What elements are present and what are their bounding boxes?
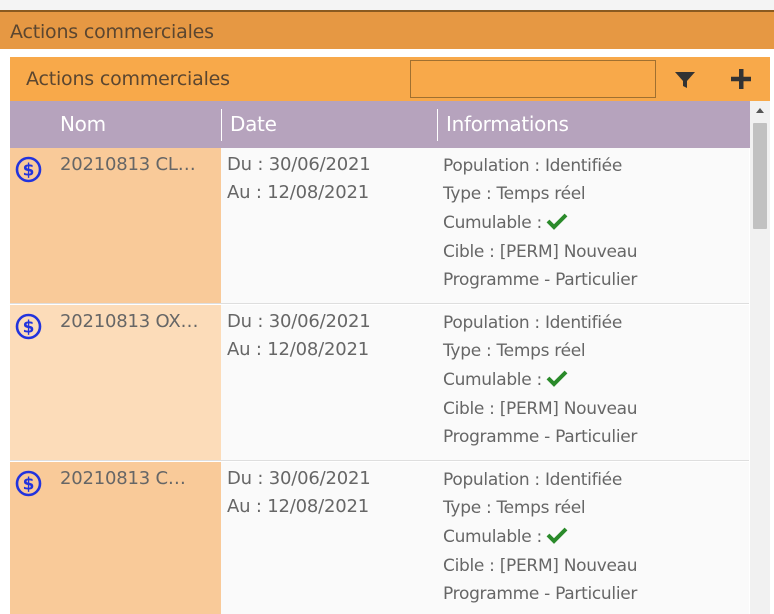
info-cible: Cible : [PERM] Nouveau	[443, 399, 638, 419]
info-cumulable: Cumulable :	[443, 369, 568, 390]
info-population: Population : Identifiée	[443, 156, 623, 176]
row-name: 20210813 OX…	[60, 311, 199, 332]
cell-date: Du : 30/06/2021 Au : 12/08/2021	[221, 148, 437, 303]
dollar-icon: $	[15, 313, 42, 340]
info-type: Type : Temps réel	[443, 498, 586, 518]
dollar-icon: $	[15, 156, 42, 183]
date-to: Au : 12/08/2021	[227, 496, 369, 517]
check-icon	[546, 370, 568, 387]
scrollbar-thumb[interactable]	[753, 123, 767, 229]
date-to: Au : 12/08/2021	[227, 182, 369, 203]
plus-icon[interactable]	[726, 65, 756, 93]
cell-date: Du : 30/06/2021 Au : 12/08/2021	[221, 305, 437, 460]
vertical-scrollbar[interactable]	[750, 101, 770, 614]
table-row[interactable]: $ 20210813 CL… Du : 30/06/2021 Au : 12/0…	[10, 148, 749, 304]
window-header: Actions commerciales	[0, 10, 774, 49]
window-title: Actions commerciales	[10, 21, 214, 43]
filter-icon[interactable]	[670, 65, 700, 93]
column-header-informations[interactable]: Informations	[446, 112, 569, 136]
svg-text:$: $	[23, 475, 35, 495]
cell-nom: $ 20210813 CL…	[10, 148, 221, 303]
info-type: Type : Temps réel	[443, 341, 586, 361]
svg-text:$: $	[23, 161, 35, 181]
info-cumulable: Cumulable :	[443, 526, 568, 547]
row-name: 20210813 C…	[60, 468, 186, 489]
info-cumulable-label: Cumulable :	[443, 527, 542, 547]
info-cible: Cible : [PERM] Nouveau	[443, 556, 638, 576]
column-header-nom[interactable]: Nom	[60, 112, 106, 136]
check-icon	[546, 527, 568, 544]
date-from: Du : 30/06/2021	[227, 311, 371, 332]
info-type: Type : Temps réel	[443, 184, 586, 204]
actions-panel: Actions commerciales Nom Date Informatio…	[10, 57, 770, 614]
svg-text:$: $	[23, 318, 35, 338]
cell-informations: Population : Identifiée Type : Temps rée…	[437, 148, 749, 303]
grid-rows: $ 20210813 CL… Du : 30/06/2021 Au : 12/0…	[10, 148, 749, 614]
info-cible-cont: Programme - Particulier	[443, 584, 638, 604]
top-strip	[0, 0, 774, 10]
scroll-up-arrow-icon[interactable]	[750, 101, 770, 121]
info-cumulable: Cumulable :	[443, 212, 568, 233]
panel-header: Actions commerciales	[10, 57, 770, 101]
info-population: Population : Identifiée	[443, 313, 623, 333]
cell-nom: $ 20210813 OX…	[10, 305, 221, 460]
cell-nom: $ 20210813 C…	[10, 462, 221, 614]
table-row[interactable]: $ 20210813 OX… Du : 30/06/2021 Au : 12/0…	[10, 305, 749, 461]
row-name: 20210813 CL…	[60, 154, 196, 175]
info-cumulable-label: Cumulable :	[443, 370, 542, 390]
info-cible-cont: Programme - Particulier	[443, 270, 638, 290]
column-header-date[interactable]: Date	[230, 112, 277, 136]
dollar-icon: $	[15, 470, 42, 497]
table-row[interactable]: $ 20210813 C… Du : 30/06/2021 Au : 12/08…	[10, 462, 749, 614]
column-separator	[437, 109, 438, 141]
column-separator	[221, 109, 222, 141]
date-to: Au : 12/08/2021	[227, 339, 369, 360]
info-cible: Cible : [PERM] Nouveau	[443, 242, 638, 262]
search-input[interactable]	[410, 60, 656, 98]
panel-title: Actions commerciales	[26, 68, 230, 90]
cell-date: Du : 30/06/2021 Au : 12/08/2021	[221, 462, 437, 614]
date-from: Du : 30/06/2021	[227, 154, 371, 175]
grid-header: Nom Date Informations	[10, 101, 750, 148]
cell-informations: Population : Identifiée Type : Temps rée…	[437, 305, 749, 460]
check-icon	[546, 213, 568, 230]
info-cumulable-label: Cumulable :	[443, 213, 542, 233]
info-cible-cont: Programme - Particulier	[443, 427, 638, 447]
info-population: Population : Identifiée	[443, 470, 623, 490]
date-from: Du : 30/06/2021	[227, 468, 371, 489]
cell-informations: Population : Identifiée Type : Temps rée…	[437, 462, 749, 614]
